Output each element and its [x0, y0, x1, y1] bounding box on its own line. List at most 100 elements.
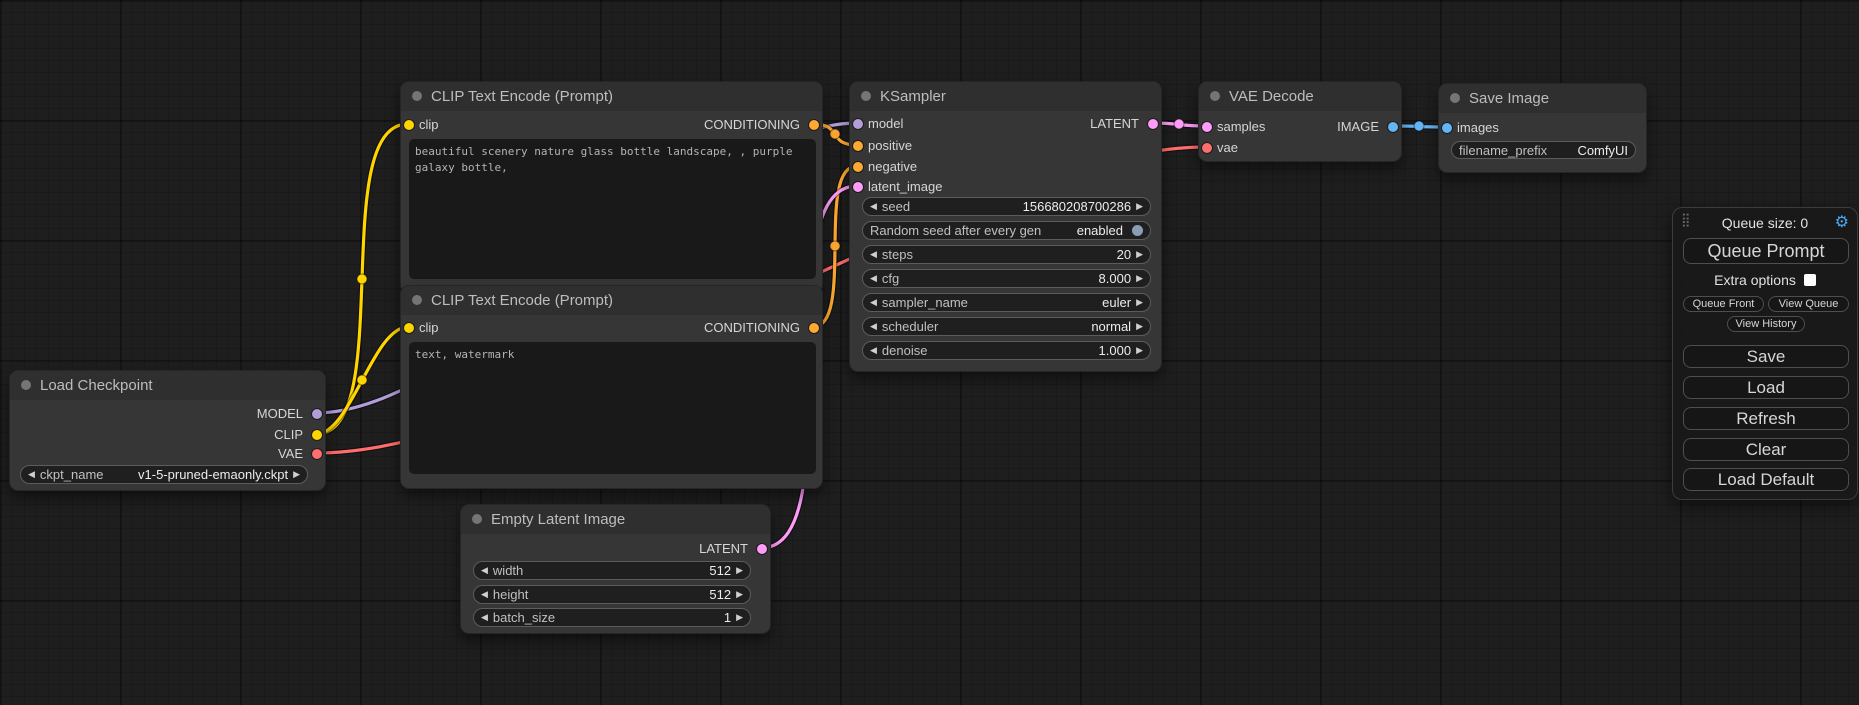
clear-button[interactable]: Clear	[1683, 438, 1849, 461]
extra-options-row: Extra options	[1673, 272, 1857, 288]
widget-sampler-name[interactable]: ◀ sampler_name euler ▶	[862, 293, 1151, 312]
widget-label: batch_size	[493, 610, 555, 625]
widget-batch-size[interactable]: ◀ batch_size 1 ▶	[473, 608, 751, 627]
collapse-dot-icon[interactable]	[1450, 93, 1460, 103]
node-ksampler[interactable]: KSampler model positive negative latent_…	[849, 81, 1162, 372]
widget-value: normal	[1091, 319, 1131, 334]
widget-scheduler[interactable]: ◀ scheduler normal ▶	[862, 317, 1151, 336]
input-slot-model[interactable]	[853, 119, 863, 129]
node-graph-canvas[interactable]: Load Checkpoint MODEL CLIP VAE ◀ ckpt_na…	[0, 0, 1859, 705]
collapse-dot-icon[interactable]	[21, 380, 31, 390]
node-clip-text-encode-positive[interactable]: CLIP Text Encode (Prompt) clip CONDITION…	[400, 81, 823, 294]
input-slot-clip[interactable]	[404, 323, 414, 333]
arrow-left-icon[interactable]: ◀	[870, 250, 877, 259]
node-load-checkpoint[interactable]: Load Checkpoint MODEL CLIP VAE ◀ ckpt_na…	[9, 370, 326, 491]
widget-value: 156680208700286	[1023, 199, 1131, 214]
arrow-right-icon[interactable]: ▶	[736, 590, 743, 599]
settings-gear-icon[interactable]: ⚙	[1835, 212, 1849, 232]
arrow-left-icon[interactable]: ◀	[870, 298, 877, 307]
arrow-left-icon[interactable]: ◀	[481, 613, 488, 622]
output-slot-conditioning[interactable]	[809, 323, 819, 333]
queue-prompt-button[interactable]: Queue Prompt	[1683, 238, 1849, 264]
arrow-right-icon[interactable]: ▶	[736, 613, 743, 622]
node-titlebar[interactable]: Empty Latent Image	[461, 505, 770, 534]
output-label-model: MODEL	[257, 406, 303, 422]
collapse-dot-icon[interactable]	[861, 91, 871, 101]
prompt-textarea[interactable]: beautiful scenery nature glass bottle la…	[409, 139, 816, 279]
link-midpoint-dot	[357, 274, 367, 284]
node-titlebar[interactable]: CLIP Text Encode (Prompt)	[401, 286, 822, 315]
arrow-left-icon[interactable]: ◀	[481, 566, 488, 575]
widget-ckpt-name[interactable]: ◀ ckpt_name v1-5-pruned-emaonly.ckpt ▶	[20, 465, 308, 484]
widget-width[interactable]: ◀ width 512 ▶	[473, 561, 751, 580]
widget-random-seed-toggle[interactable]: Random seed after every gen enabled	[862, 221, 1151, 240]
widget-denoise[interactable]: ◀ denoise 1.000 ▶	[862, 341, 1151, 360]
load-button[interactable]: Load	[1683, 376, 1849, 399]
widget-height[interactable]: ◀ height 512 ▶	[473, 585, 751, 604]
toggle-knob[interactable]	[1132, 225, 1143, 236]
input-slot-samples[interactable]	[1202, 122, 1212, 132]
comfy-menu-panel[interactable]: ⣿ Queue size: 0 ⚙ Queue Prompt Extra opt…	[1672, 207, 1858, 500]
node-titlebar[interactable]: Load Checkpoint	[10, 371, 325, 400]
collapse-dot-icon[interactable]	[1210, 91, 1220, 101]
collapse-dot-icon[interactable]	[412, 295, 422, 305]
output-slot-clip[interactable]	[312, 430, 322, 440]
arrow-right-icon[interactable]: ▶	[736, 566, 743, 575]
link-clip-negative	[316, 327, 408, 434]
view-history-button[interactable]: View History	[1727, 316, 1805, 332]
input-slot-clip[interactable]	[404, 120, 414, 130]
output-slot-vae[interactable]	[312, 449, 322, 459]
extra-options-checkbox[interactable]	[1804, 274, 1816, 286]
arrow-left-icon[interactable]: ◀	[870, 346, 877, 355]
save-button[interactable]: Save	[1683, 345, 1849, 368]
output-slot-model[interactable]	[312, 409, 322, 419]
output-slot-latent[interactable]	[757, 544, 767, 554]
collapse-dot-icon[interactable]	[472, 514, 482, 524]
arrow-left-icon[interactable]: ◀	[870, 274, 877, 283]
output-slot-conditioning[interactable]	[809, 120, 819, 130]
arrow-right-icon[interactable]: ▶	[1136, 322, 1143, 331]
output-label-conditioning: CONDITIONING	[704, 117, 800, 133]
output-label-latent: LATENT	[699, 541, 748, 557]
node-clip-text-encode-negative[interactable]: CLIP Text Encode (Prompt) clip CONDITION…	[400, 285, 823, 489]
arrow-left-icon[interactable]: ◀	[28, 470, 35, 479]
node-empty-latent-image[interactable]: Empty Latent Image LATENT ◀ width 512 ▶ …	[460, 504, 771, 634]
input-label-negative: negative	[868, 159, 917, 175]
arrow-right-icon[interactable]: ▶	[1136, 346, 1143, 355]
arrow-left-icon[interactable]: ◀	[870, 322, 877, 331]
input-label-clip: clip	[419, 320, 439, 336]
node-titlebar[interactable]: KSampler	[850, 82, 1161, 111]
arrow-left-icon[interactable]: ◀	[481, 590, 488, 599]
widget-value: 8.000	[1099, 271, 1132, 286]
refresh-button[interactable]: Refresh	[1683, 407, 1849, 430]
arrow-right-icon[interactable]: ▶	[1136, 202, 1143, 211]
widget-value: 512	[709, 563, 731, 578]
load-default-button[interactable]: Load Default	[1683, 468, 1849, 491]
arrow-right-icon[interactable]: ▶	[1136, 274, 1143, 283]
node-titlebar[interactable]: CLIP Text Encode (Prompt)	[401, 82, 822, 111]
output-slot-image[interactable]	[1388, 122, 1398, 132]
arrow-right-icon[interactable]: ▶	[1136, 298, 1143, 307]
node-titlebar[interactable]: Save Image	[1439, 84, 1646, 113]
arrow-right-icon[interactable]: ▶	[1136, 250, 1143, 259]
widget-label: sampler_name	[882, 295, 968, 310]
input-slot-images[interactable]	[1442, 123, 1452, 133]
input-slot-latent-image[interactable]	[853, 182, 863, 192]
queue-front-button[interactable]: Queue Front	[1683, 296, 1764, 312]
input-slot-vae[interactable]	[1202, 143, 1212, 153]
widget-steps[interactable]: ◀ steps 20 ▶	[862, 245, 1151, 264]
input-slot-positive[interactable]	[853, 141, 863, 151]
node-vae-decode[interactable]: VAE Decode samples vae IMAGE	[1198, 81, 1402, 162]
widget-filename-prefix[interactable]: filename_prefix ComfyUI	[1451, 141, 1636, 159]
widget-cfg[interactable]: ◀ cfg 8.000 ▶	[862, 269, 1151, 288]
arrow-left-icon[interactable]: ◀	[870, 202, 877, 211]
node-save-image[interactable]: Save Image images filename_prefix ComfyU…	[1438, 83, 1647, 173]
collapse-dot-icon[interactable]	[412, 91, 422, 101]
input-slot-negative[interactable]	[853, 162, 863, 172]
prompt-textarea[interactable]: text, watermark	[409, 342, 816, 474]
widget-seed[interactable]: ◀ seed 156680208700286 ▶	[862, 197, 1151, 216]
node-titlebar[interactable]: VAE Decode	[1199, 82, 1401, 111]
arrow-right-icon[interactable]: ▶	[293, 470, 300, 479]
view-queue-button[interactable]: View Queue	[1768, 296, 1849, 312]
output-slot-latent[interactable]	[1148, 119, 1158, 129]
